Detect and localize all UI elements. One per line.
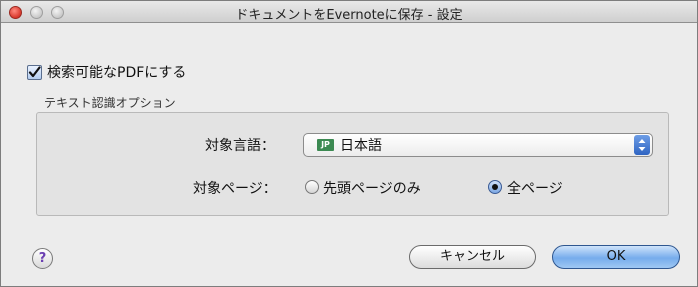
language-label: 対象言語：: [205, 138, 275, 154]
ok-button[interactable]: OK: [552, 245, 680, 269]
all-pages-label[interactable]: 全ページ: [507, 178, 563, 198]
first-page-only-radio[interactable]: [305, 180, 319, 194]
title-bar[interactable]: ドキュメントをEvernoteに保存 - 設定: [1, 1, 697, 23]
cancel-button[interactable]: キャンセル: [409, 245, 536, 269]
searchable-pdf-option[interactable]: 検索可能なPDFにする: [27, 62, 186, 82]
searchable-pdf-checkbox[interactable]: [27, 64, 42, 80]
ocr-options-group: [36, 112, 669, 216]
first-page-only-label[interactable]: 先頭ページのみ: [323, 178, 421, 198]
searchable-pdf-label: 検索可能なPDFにする: [47, 65, 187, 81]
pages-label: 対象ページ：: [193, 181, 277, 197]
language-select-value: 日本語: [340, 138, 382, 154]
select-arrows-icon: [634, 135, 650, 155]
language-select[interactable]: JP 日本語: [303, 133, 653, 157]
jp-flag-icon: JP: [317, 139, 334, 151]
settings-dialog: ドキュメントをEvernoteに保存 - 設定 検索可能なPDFにする テキスト…: [0, 0, 698, 287]
ocr-options-heading: テキスト認識オプション: [44, 96, 176, 110]
checkmark-icon: [28, 65, 41, 77]
window-title: ドキュメントをEvernoteに保存 - 設定: [235, 8, 463, 23]
help-button[interactable]: ?: [32, 248, 53, 269]
all-pages-radio[interactable]: [488, 180, 502, 194]
